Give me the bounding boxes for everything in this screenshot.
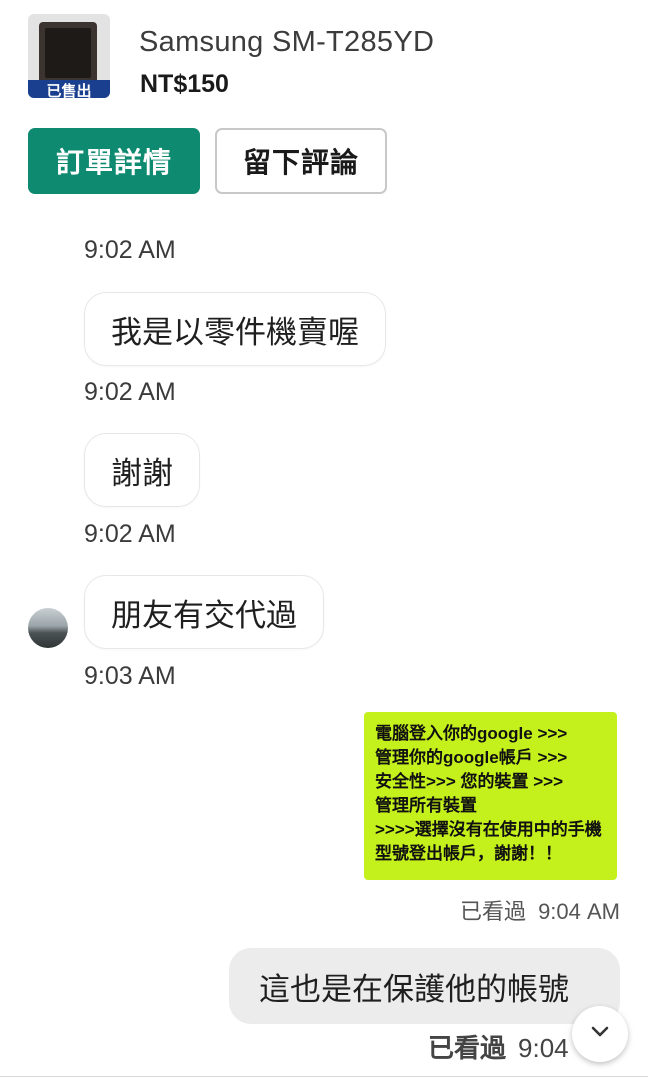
order-details-button[interactable]: 訂單詳情 [28,128,200,194]
tablet-image [39,22,97,84]
incoming-message[interactable]: 我是以零件機賣喔 [84,292,386,366]
image-message-line: 電腦登入你的google >>> [375,724,568,743]
product-thumbnail[interactable]: 已售出 [28,14,110,98]
message-time: 9:04 [518,1033,569,1063]
image-message-line: 型號登出帳戶，謝謝！！ [375,844,562,863]
message-timestamp: 9:02 AM [84,378,176,406]
leave-review-button[interactable]: 留下評論 [215,128,387,194]
message-timestamp: 9:02 AM [84,236,176,264]
incoming-message[interactable]: 朋友有交代過 [84,575,324,649]
divider [0,1076,648,1077]
chevron-down-icon [590,1025,610,1044]
message-timestamp: 9:02 AM [84,520,176,548]
sender-avatar[interactable] [28,608,68,648]
incoming-message[interactable]: 謝謝 [84,433,200,507]
product-name: Samsung SM-T285YD [139,26,435,58]
seen-status: 已看過 [428,1033,507,1063]
scroll-to-bottom-button[interactable] [572,1006,628,1062]
image-message-line: >>>>選擇沒有在使用中的手機 [375,820,602,839]
message-time: 9:04 AM [538,899,620,924]
image-message-line: 管理所有裝置 [375,796,477,815]
image-message-line: 管理你的google帳戶 >>> [375,748,568,767]
product-price: NT$150 [140,70,229,98]
seen-status: 已看過 [460,899,527,924]
outgoing-message[interactable]: 這也是在保護他的帳號 [229,948,620,1024]
message-meta: 已看過 9:04 [428,1028,569,1065]
product-card[interactable]: 已售出 Samsung SM-T285YD NT$150 [28,14,628,98]
sold-badge: 已售出 [28,80,110,98]
image-message[interactable]: 電腦登入你的google >>> 管理你的google帳戶 >>> 安全性>>>… [364,712,617,880]
message-meta: 已看過 9:04 AM [460,894,620,926]
message-timestamp: 9:03 AM [84,662,176,690]
image-message-line: 安全性>>> 您的裝置 >>> [375,772,564,791]
